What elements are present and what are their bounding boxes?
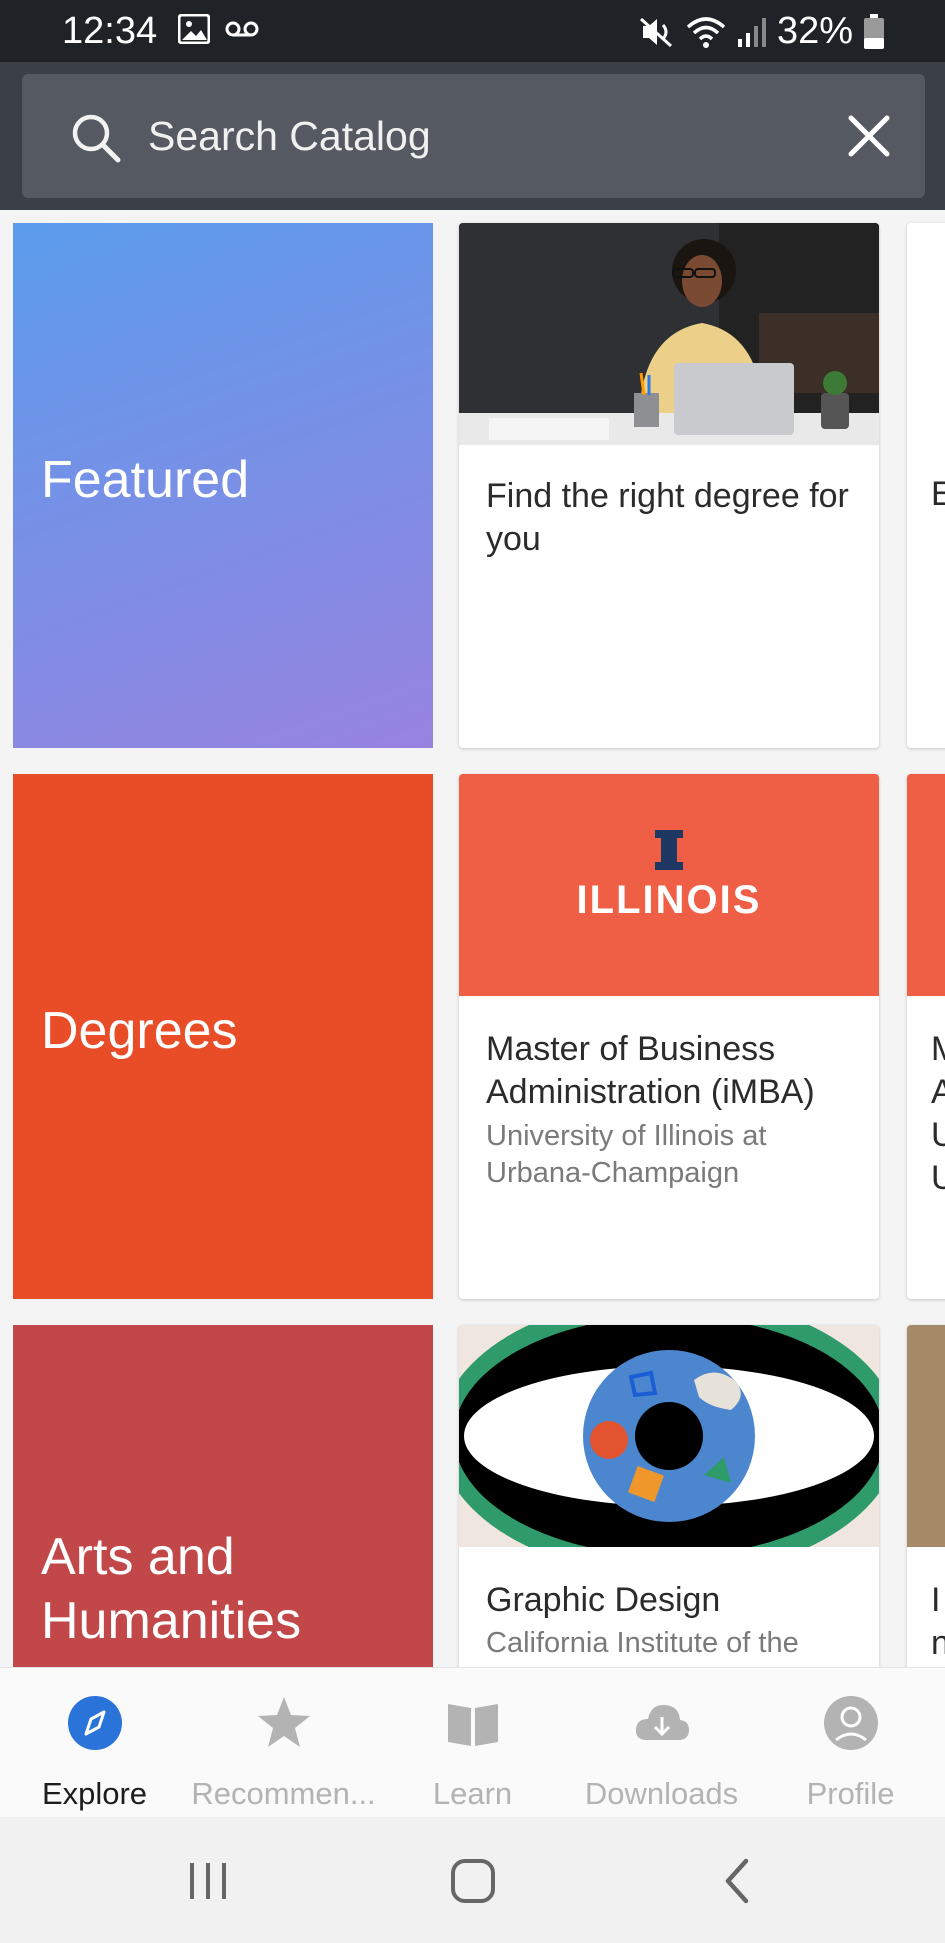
book-icon (448, 1704, 498, 1746)
peek-card[interactable]: M A U U (907, 774, 945, 1299)
recent-apps-icon[interactable] (178, 1851, 238, 1911)
peek-text: E (931, 475, 945, 513)
status-time: 12:34 (62, 10, 158, 52)
card-title: Graphic Design (486, 1581, 721, 1619)
wifi-icon (686, 16, 726, 48)
nav-downloads[interactable]: Downloads (567, 1668, 756, 1818)
nav-recommended[interactable]: Recommen... (189, 1668, 378, 1818)
peek-card[interactable]: In P (907, 1325, 945, 1667)
card-subtitle: California Institute of the Arts (486, 1627, 799, 1667)
card-subtitle: University of Illinois at Urbana-Champai… (486, 1120, 767, 1189)
search-box[interactable] (22, 74, 925, 198)
illinois-logo: ILLINOIS (459, 774, 879, 996)
compass-icon (68, 1696, 122, 1750)
battery-icon (864, 13, 884, 49)
card-title: Find the right degree for you (486, 477, 849, 558)
star-icon (258, 1697, 310, 1747)
search-header (0, 62, 945, 210)
catalog-grid: Featured Find the right degree for you E… (0, 210, 945, 1667)
close-icon[interactable] (841, 108, 897, 164)
search-input[interactable] (148, 104, 828, 168)
nav-label: Recommen... (191, 1776, 376, 1811)
eye-graphic (459, 1325, 879, 1547)
category-featured[interactable]: Featured (13, 223, 433, 748)
category-label: Featured (41, 451, 250, 509)
status-bar: 12:34 32% (0, 0, 945, 62)
category-arts-and-humanities[interactable]: Arts and Humanities (13, 1325, 433, 1667)
category-label: Arts and Humanities (41, 1528, 302, 1650)
battery-percent: 32% (776, 10, 853, 52)
cloud-download-icon (635, 1704, 689, 1740)
degree-card-imba[interactable]: ILLINOIS Master of Business Administrati… (459, 774, 879, 1299)
nav-label: Profile (806, 1776, 895, 1811)
peek-text: In P (931, 1581, 945, 1662)
course-card-graphic-design[interactable]: Graphic Design California Institute of t… (459, 1325, 879, 1667)
mute-icon (639, 17, 672, 47)
nav-label: Downloads (584, 1776, 739, 1811)
nav-label: Explore (41, 1776, 148, 1811)
bottom-nav: Explore Recommen... Learn Downloads Prof… (0, 1667, 945, 1817)
woman-at-laptop-photo (459, 223, 879, 445)
featured-card-degree[interactable]: Find the right degree for you (459, 223, 879, 748)
category-label: Degrees (41, 1002, 238, 1060)
nav-profile[interactable]: Profile (756, 1668, 945, 1818)
profile-icon (824, 1696, 878, 1750)
illinois-logo-text: ILLINOIS (576, 878, 762, 922)
image-icon (178, 14, 210, 44)
category-degrees[interactable]: Degrees (13, 774, 433, 1299)
card-title: Master of Business Administration (iMBA) (486, 1030, 815, 1111)
back-icon[interactable] (708, 1851, 768, 1911)
nav-explore[interactable]: Explore (0, 1668, 189, 1818)
nav-learn[interactable]: Learn (378, 1668, 567, 1818)
voicemail-icon (225, 21, 259, 37)
home-icon[interactable] (443, 1851, 503, 1911)
peek-card[interactable]: E (907, 223, 945, 748)
signal-icon (737, 17, 766, 47)
system-nav (0, 1817, 945, 1943)
peek-text: M A U U (931, 1030, 945, 1197)
search-icon (72, 114, 121, 163)
nav-label: Learn (432, 1776, 513, 1811)
